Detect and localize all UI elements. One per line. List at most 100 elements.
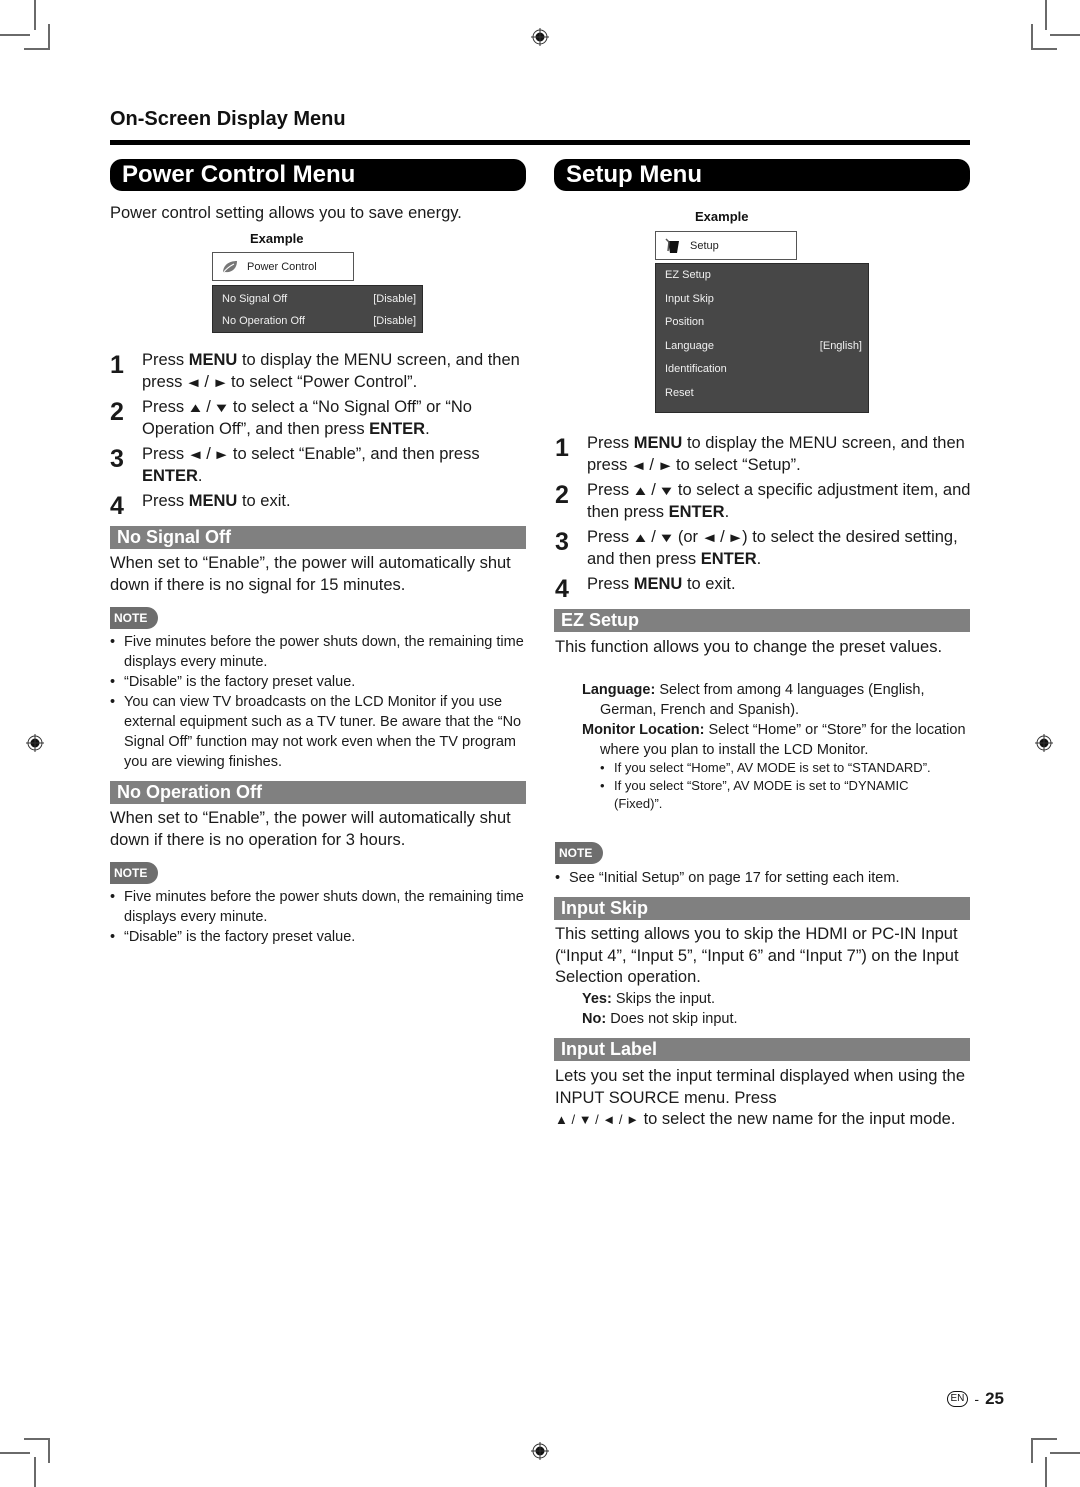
note-item: • Five minutes before the power shuts dow…: [110, 634, 524, 670]
registration-mark-icon: [26, 734, 44, 752]
step-text: Press ▲ / ▼ to select a “No Signal Off” …: [142, 398, 472, 438]
note-item: • “Disable” is the factory preset value.: [110, 674, 356, 690]
note-item: • You can view TV broadcasts on the LCD M…: [110, 694, 522, 770]
crop-mark: [24, 48, 50, 50]
page-number: EN - 25: [946, 1389, 1004, 1409]
step: 1 Press MENU to display the MENU screen,…: [110, 350, 530, 393]
note-badge: NOTE: [555, 842, 603, 864]
setup-steps: 1 Press MENU to display the MENU screen,…: [555, 433, 975, 602]
input-skip-options: Yes: Skips the input. No: Does not skip …: [582, 991, 738, 1027]
step-number: 2: [555, 481, 569, 509]
step: 3 Press ▲ / ▼ (or ◄ / ►) to select the d…: [555, 527, 975, 570]
step: 2 Press ▲ / ▼ to select a specific adjus…: [555, 480, 975, 523]
step-text: Press MENU to exit.: [587, 575, 736, 593]
step: 1 Press MENU to display the MENU screen,…: [555, 433, 975, 476]
left-arrow-icon: ◄: [630, 457, 647, 473]
tools-icon: [665, 237, 679, 253]
term-label: No:: [582, 1011, 607, 1027]
power-control-steps: 1 Press MENU to display the MENU screen,…: [110, 350, 530, 519]
menu-row: EZ Setup: [656, 267, 868, 291]
crop-mark: [1050, 1452, 1080, 1454]
power-control-menu-tab: Power Control: [212, 252, 354, 281]
menu-row: Language [English]: [656, 338, 868, 362]
crop-mark: [1031, 24, 1033, 49]
sub-bullet: • If you select “Store”, AV MODE is set t…: [600, 778, 909, 811]
menu-row-label: No Signal Off: [222, 293, 288, 305]
no-operation-off-heading: No Operation Off: [110, 781, 526, 804]
menu-row-label: Language: [665, 339, 714, 352]
step-number: 1: [555, 434, 569, 462]
ez-setup-sub-bullets: • If you select “Home”, AV MODE is set to…: [600, 759, 960, 813]
direction-arrows-icon: ▲ / ▼ / ◄ / ►: [555, 1112, 639, 1127]
no-operation-off-body: When set to “Enable”, the power will aut…: [110, 809, 511, 849]
note-item: • Five minutes before the power shuts dow…: [110, 889, 524, 925]
no-operation-off-notes: • Five minutes before the power shuts dow…: [110, 887, 530, 947]
crop-mark: [34, 1457, 36, 1487]
power-control-intro: Power control setting allows you to save…: [110, 204, 462, 222]
ez-setup-notes: • See “Initial Setup” on page 17 for sett…: [555, 868, 975, 888]
left-arrow-icon: ◄: [700, 530, 718, 545]
menu-tab-label: Setup: [690, 239, 719, 252]
menu-row-label: Identification: [665, 363, 727, 375]
ez-setup-heading: EZ Setup: [554, 609, 970, 632]
step-number: 3: [555, 528, 569, 556]
section-title: On-Screen Display Menu: [110, 108, 346, 130]
menu-row: Input Skip: [656, 291, 868, 315]
crop-mark: [1031, 1438, 1033, 1463]
step-text: Press MENU to display the MENU screen, a…: [142, 350, 530, 393]
crop-mark: [34, 0, 36, 30]
setup-menu-heading: Setup Menu: [554, 159, 970, 191]
ez-setup-body: This function allows you to change the p…: [555, 638, 943, 656]
right-arrow-icon: ►: [213, 447, 231, 462]
no-signal-off-notes: • Five minutes before the power shuts dow…: [110, 632, 530, 772]
step-text: Press ◄ / ► to select “Enable”, and then…: [142, 445, 480, 485]
menu-row: Position: [656, 314, 868, 338]
step-number: 3: [110, 445, 124, 473]
crop-mark: [0, 34, 30, 36]
down-arrow-icon: ▼: [658, 530, 676, 545]
input-skip-heading: Input Skip: [554, 897, 970, 920]
step-number: 4: [110, 492, 124, 520]
menu-row-value: [Disable]: [373, 293, 416, 305]
registration-mark-icon: [531, 1442, 549, 1460]
menu-row-value: [English]: [819, 339, 862, 352]
no-signal-off-body: When set to “Enable”, the power will aut…: [110, 554, 511, 594]
up-arrow-icon: ▲: [186, 400, 204, 415]
no-signal-off-heading: No Signal Off: [110, 526, 526, 549]
registration-mark-icon: [1035, 734, 1053, 752]
crop-mark: [48, 1438, 50, 1463]
page-number-value: 25: [985, 1389, 1004, 1408]
power-control-heading: Power Control Menu: [110, 159, 526, 191]
setup-menu-tab: Setup: [655, 231, 797, 260]
note-item: • “Disable” is the factory preset value.: [110, 929, 356, 945]
crop-mark: [0, 1452, 30, 1454]
menu-row: Reset: [656, 385, 868, 409]
down-arrow-icon: ▼: [658, 483, 676, 498]
menu-row: No Operation Off [Disable]: [213, 313, 422, 333]
ez-setup-language: Language: Select from among 4 languages …: [582, 682, 966, 758]
left-arrow-icon: ◄: [185, 374, 202, 390]
crop-mark: [1050, 34, 1080, 36]
setup-menu-panel: EZ Setup Input Skip Position Language [E…: [655, 263, 869, 413]
menu-row-label: No Operation Off: [222, 315, 305, 327]
term-label: Monitor Location:: [582, 722, 705, 738]
step-text: Press MENU to exit.: [142, 492, 291, 510]
menu-row: No Signal Off [Disable]: [213, 291, 422, 313]
step-number: 2: [110, 398, 124, 426]
registration-mark-icon: [531, 28, 549, 46]
input-label-heading: Input Label: [554, 1038, 970, 1061]
crop-mark: [1045, 1457, 1047, 1487]
step-number: 4: [555, 575, 569, 603]
example-label: Example: [250, 231, 304, 246]
menu-row-label: Input Skip: [665, 292, 714, 305]
left-arrow-icon: ◄: [186, 447, 204, 462]
menu-row-label: Reset: [665, 386, 694, 399]
right-arrow-icon: ►: [211, 374, 229, 390]
language-badge: EN: [946, 1391, 969, 1407]
menu-tab-label: Power Control: [247, 260, 317, 273]
input-label-body: Lets you set the input terminal displaye…: [555, 1066, 975, 1131]
step: 4 Press MENU to exit.: [110, 491, 530, 519]
power-control-menu-panel: No Signal Off [Disable] No Operation Off…: [212, 285, 423, 333]
menu-row-label: EZ Setup: [665, 269, 711, 281]
up-arrow-icon: ▲: [631, 483, 649, 498]
